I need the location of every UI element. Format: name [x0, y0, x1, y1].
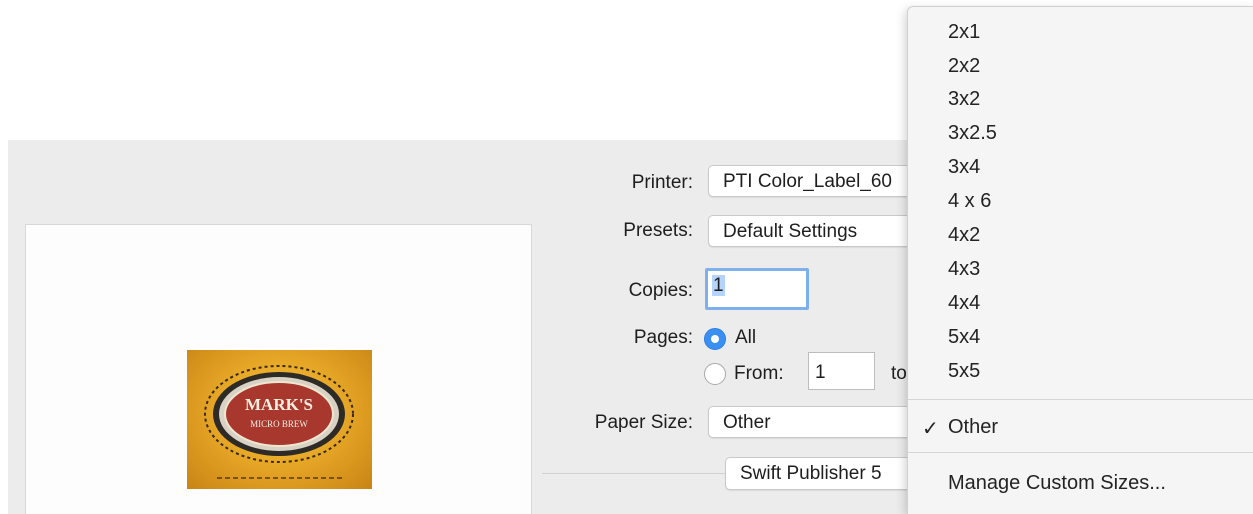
paper-size-label: Paper Size: [594, 412, 693, 433]
paper-size-menu: 2x1 2x2 3x2 3x2.5 3x4 4 x 6 4x2 4x3 4x4 … [907, 6, 1253, 514]
presets-label: Presets: [623, 220, 693, 241]
manage-custom-sizes-item[interactable]: Manage Custom Sizes... [948, 472, 1166, 495]
label-sunburst [204, 365, 354, 463]
menu-item-3x2.5[interactable]: 3x2.5 [948, 122, 997, 145]
menu-separator [908, 452, 1253, 453]
label-title-line1: MARK'S [245, 395, 313, 414]
menu-item-3x2[interactable]: 3x2 [948, 88, 980, 111]
copies-value: 1 [712, 275, 725, 296]
menu-item-4x2[interactable]: 4x2 [948, 224, 980, 247]
label-preview-image: MARK'S MICRO BREW [187, 350, 372, 489]
pages-label: Pages: [633, 327, 693, 348]
pages-to-label: to [891, 363, 907, 384]
menu-item-4x3[interactable]: 4x3 [948, 258, 980, 281]
menu-item-5x5[interactable]: 5x5 [948, 360, 980, 383]
menu-item-3x4[interactable]: 3x4 [948, 156, 980, 179]
menu-item-2x2[interactable]: 2x2 [948, 55, 980, 78]
label-title-line2: MICRO BREW [250, 419, 308, 429]
paper-size-popup[interactable]: Other [708, 406, 938, 438]
pages-all-label: All [735, 327, 757, 348]
menu-item-other[interactable]: Other [948, 416, 998, 439]
label-artwork: MARK'S MICRO BREW [204, 365, 354, 479]
menu-separator [908, 399, 1253, 400]
menu-item-4x6[interactable]: 4 x 6 [948, 190, 991, 213]
presets-popup[interactable]: Default Settings [708, 215, 938, 247]
print-preview: MARK'S MICRO BREW [25, 224, 532, 514]
pages-from-field[interactable]: 1 [808, 352, 875, 390]
menu-item-2x1[interactable]: 2x1 [948, 21, 980, 44]
printer-popup[interactable]: PTI Color_Label_60 [708, 165, 938, 197]
copies-label: Copies: [628, 280, 693, 301]
checkmark-icon: ✓ [922, 418, 939, 440]
pages-all-radio[interactable] [704, 328, 726, 350]
menu-item-5x4[interactable]: 5x4 [948, 326, 980, 349]
menu-item-4x4[interactable]: 4x4 [948, 292, 980, 315]
printer-label: Printer: [631, 172, 693, 193]
copies-field[interactable]: 1 [705, 268, 809, 310]
pages-from-label: From: [734, 363, 784, 384]
pages-range-radio[interactable] [704, 363, 726, 385]
